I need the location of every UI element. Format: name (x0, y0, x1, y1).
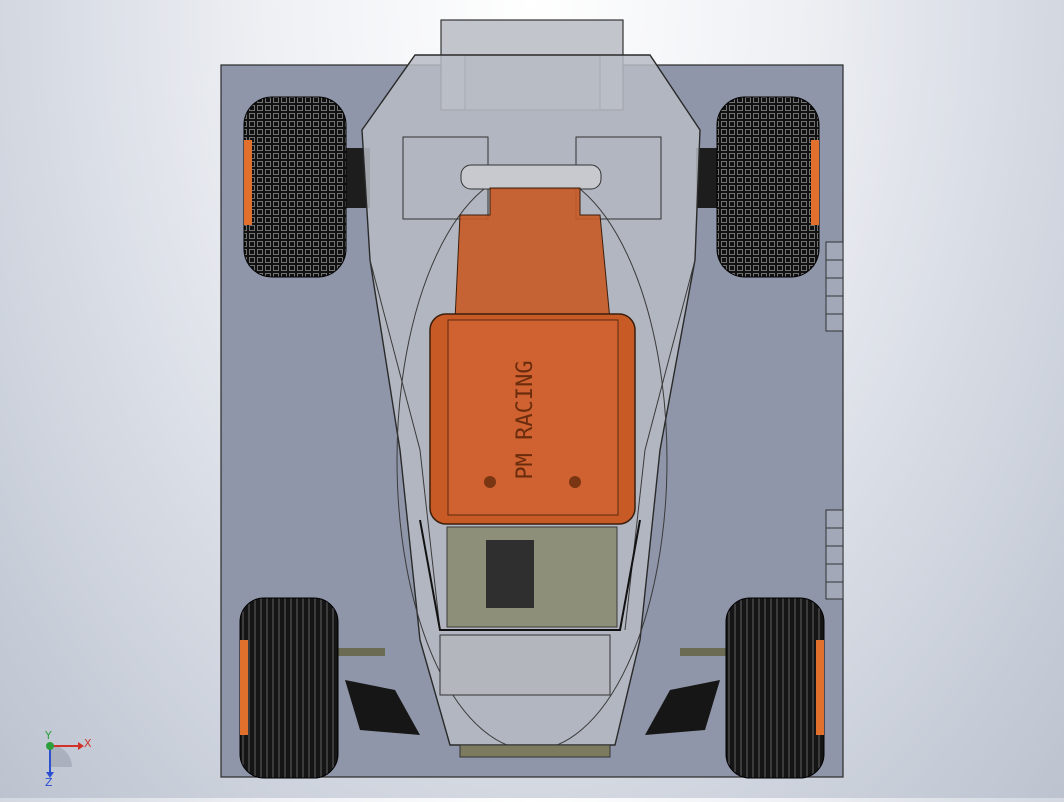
y-axis-dot (46, 742, 54, 750)
y-axis-label: Y (44, 729, 52, 742)
front-left-wheel[interactable] (239, 597, 339, 779)
rear-left-wheel[interactable] (243, 96, 347, 278)
model-canvas[interactable]: PM RACING X Y Z (0, 0, 1064, 798)
front-right-wheel[interactable] (725, 597, 825, 779)
z-axis-label: Z (45, 776, 53, 789)
x-axis-label: X (84, 737, 92, 750)
plate-edge-tabs-lower (825, 509, 844, 600)
rear-right-wheel[interactable] (716, 96, 820, 278)
cad-viewport[interactable]: PM RACING X Y Z (0, 0, 1064, 798)
axis-triad[interactable]: X Y Z (44, 729, 92, 789)
plate-edge-tabs-upper (825, 241, 844, 332)
chassis-brand-text: PM RACING (513, 360, 538, 479)
lower-tray (419, 519, 641, 631)
